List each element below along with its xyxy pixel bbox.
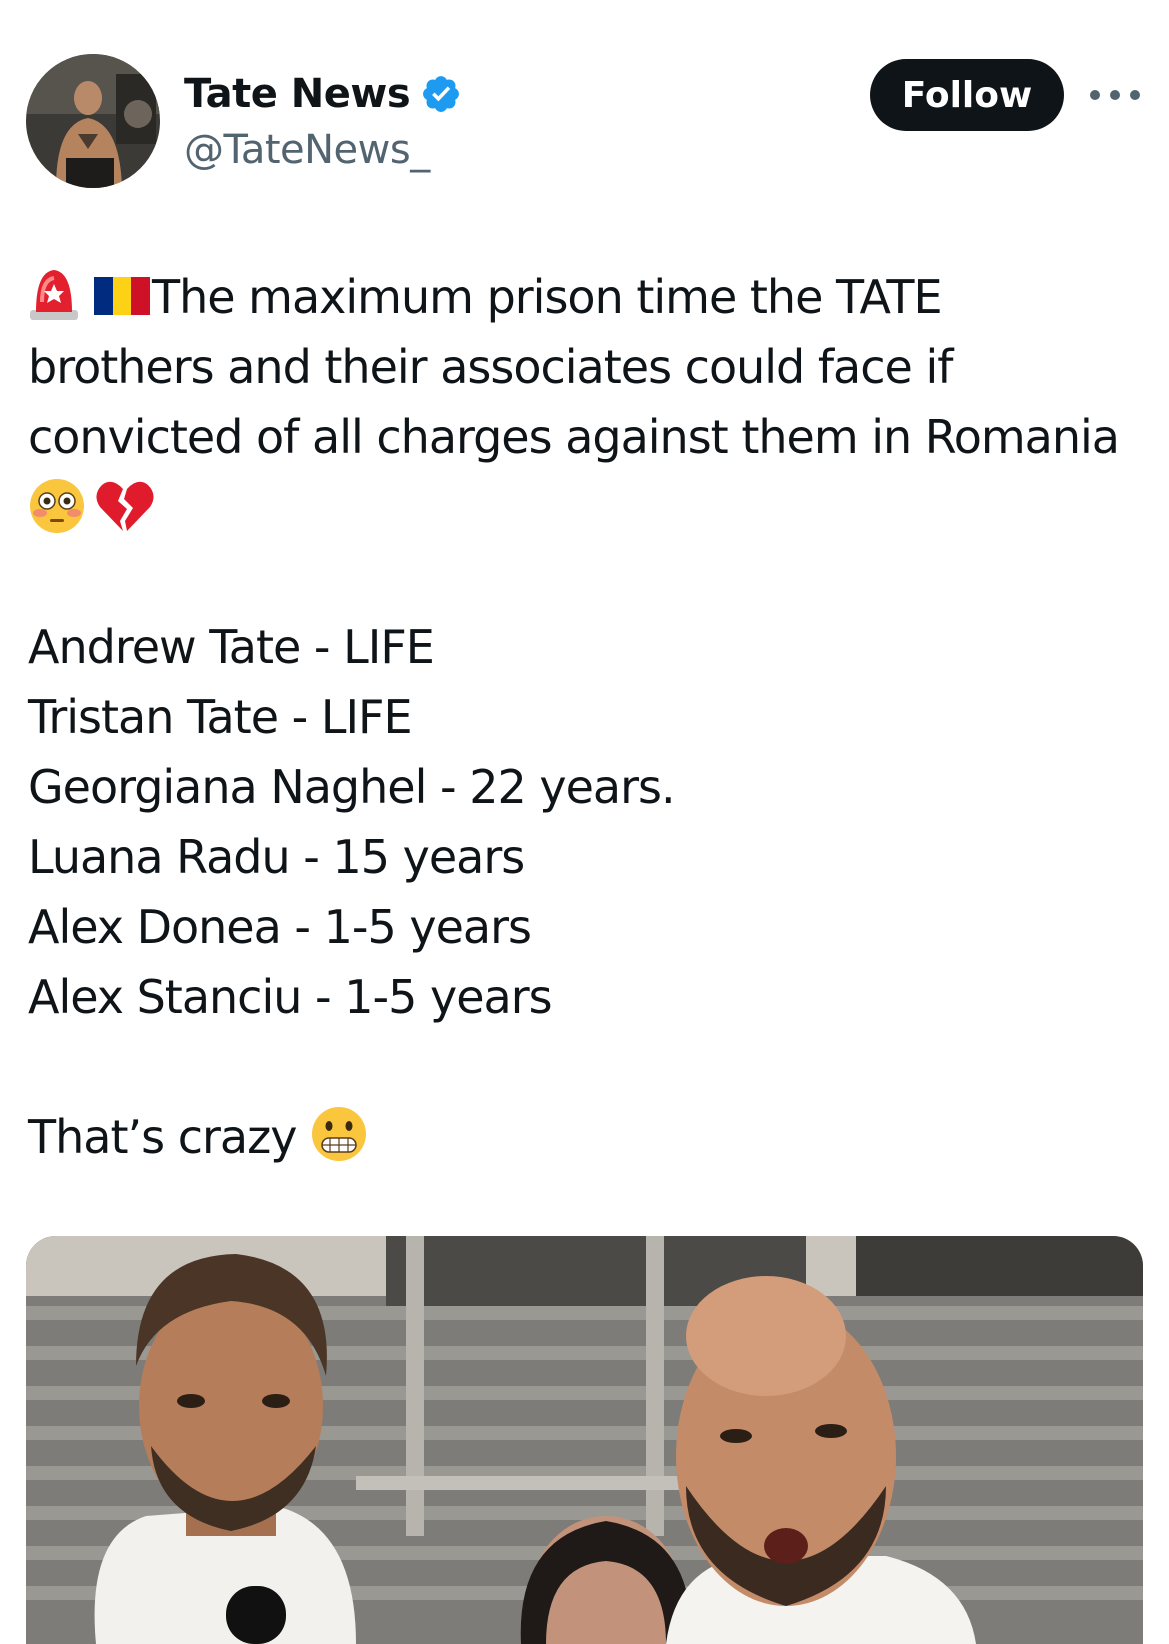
sentence-line: Georgiana Naghel - 22 years. — [28, 760, 676, 814]
author-name-row[interactable]: Tate News — [184, 70, 462, 118]
flushed-face-emoji — [30, 479, 84, 533]
verified-badge-icon — [423, 76, 460, 112]
sentence-line: Luana Radu - 15 years — [28, 830, 525, 884]
siren-emoji — [30, 270, 78, 320]
dot-icon — [1130, 90, 1140, 100]
author-display-name[interactable]: Tate News — [184, 70, 411, 118]
sentence-line: Andrew Tate - LIFE — [28, 620, 435, 674]
tweet-line: brothers and their associates could face… — [28, 340, 953, 394]
author-handle[interactable]: @TateNews_ — [184, 126, 430, 174]
closing-text: That’s crazy — [28, 1110, 297, 1164]
dot-icon — [1110, 90, 1120, 100]
avatar[interactable] — [26, 54, 160, 188]
dot-icon — [1090, 90, 1100, 100]
tweet-text: The maximum prison time the TATE brother… — [28, 262, 1148, 1172]
sentence-line: Alex Donea - 1-5 years — [28, 900, 532, 954]
grimacing-face-emoji — [312, 1107, 367, 1161]
tweet-line: convicted of all charges against them in… — [28, 410, 1120, 464]
more-options-icon[interactable] — [1090, 80, 1140, 110]
sentence-line: Tristan Tate - LIFE — [28, 690, 413, 744]
closing-line: That’s crazy — [28, 1102, 1148, 1172]
tweet-line-text: The maximum prison time the TATE — [152, 270, 943, 324]
tweet-line: The maximum prison time the TATE — [28, 262, 1148, 332]
romania-flag-emoji — [94, 277, 150, 315]
tweet-emoji-line — [28, 472, 1148, 542]
tweet-media-photo[interactable] — [26, 1236, 1143, 1644]
follow-button[interactable]: Follow — [870, 59, 1064, 131]
broken-heart-emoji — [96, 481, 154, 531]
sentence-line: Alex Stanciu - 1-5 years — [28, 970, 553, 1024]
